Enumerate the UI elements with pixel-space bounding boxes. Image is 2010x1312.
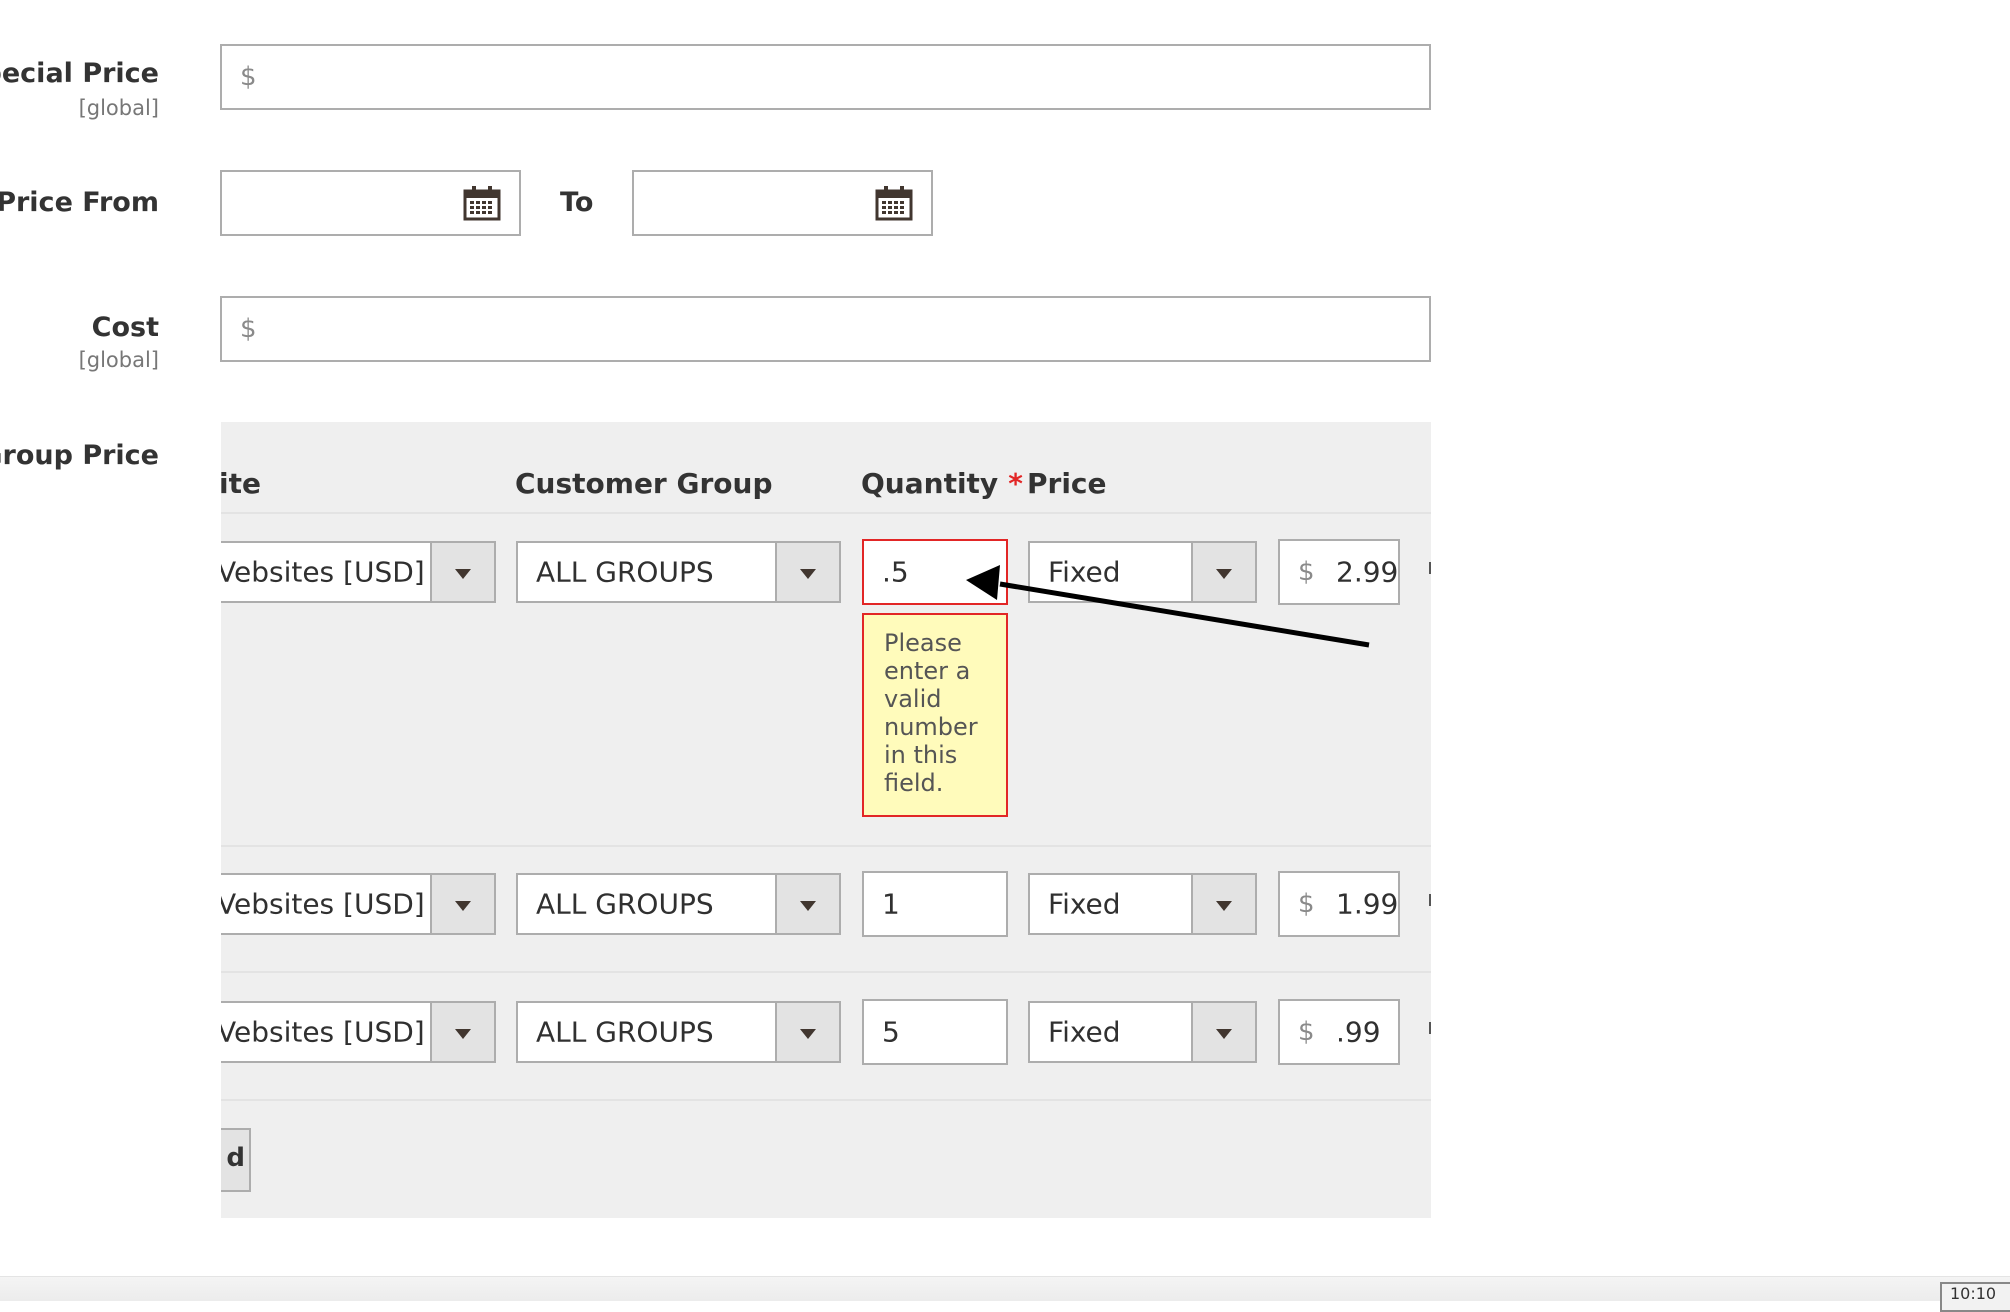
annotation-arrow <box>966 565 1370 648</box>
arrow-head <box>966 565 1000 600</box>
clock-text: 10:10 <box>1950 1284 1997 1303</box>
footer-bar <box>0 1276 2010 1301</box>
arrow-line <box>999 581 1370 648</box>
clock-widget: 10:10 <box>1940 1282 2010 1312</box>
